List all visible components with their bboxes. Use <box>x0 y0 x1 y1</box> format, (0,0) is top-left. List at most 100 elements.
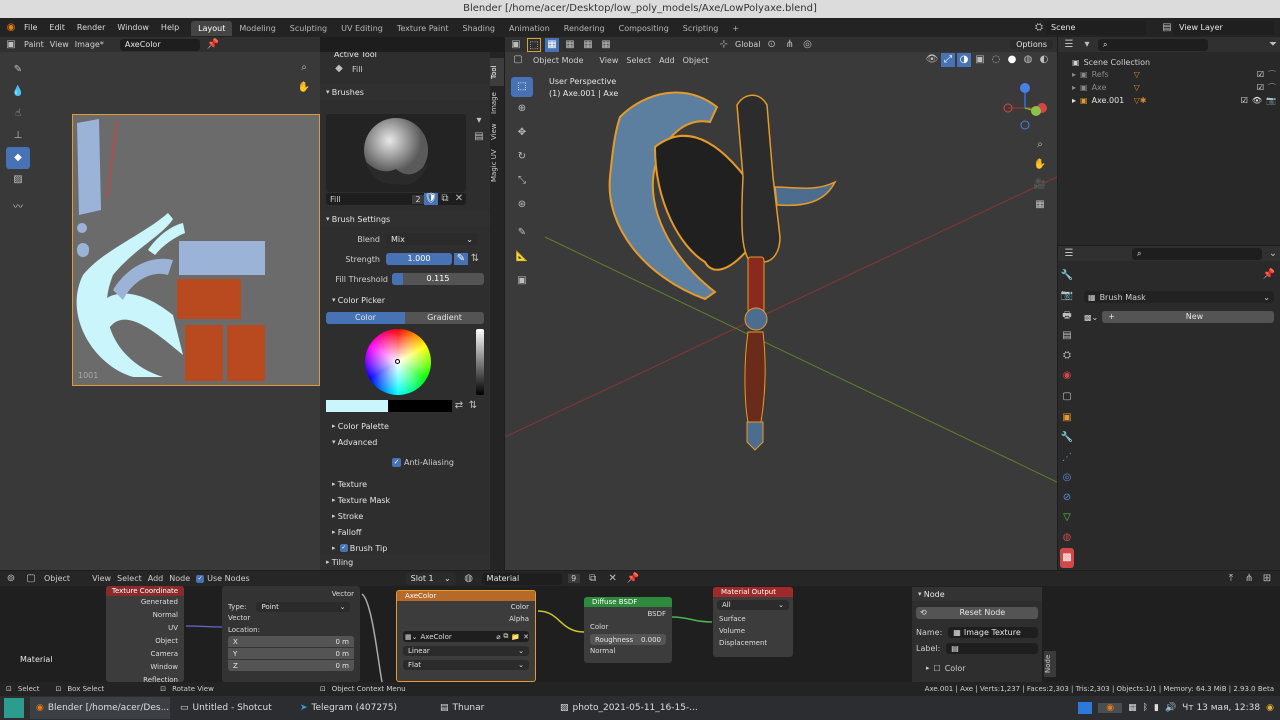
add-workspace-icon[interactable]: + <box>725 21 746 36</box>
tiling-header[interactable]: ▸ Tiling <box>320 554 490 570</box>
menu-file[interactable]: File <box>18 18 43 37</box>
object-tab-icon[interactable]: ▣ <box>1060 408 1074 428</box>
gradient-tab[interactable]: Gradient <box>405 312 484 324</box>
scene-tab-icon[interactable]: ⛭ <box>1060 346 1074 366</box>
tab-animation[interactable]: Animation <box>502 21 557 36</box>
tab-compositing[interactable]: Compositing <box>612 21 676 36</box>
output-target-dropdown[interactable]: All ⌄ <box>717 600 789 610</box>
chevron-down-icon[interactable]: ⌄ <box>1266 247 1280 261</box>
texture-header[interactable]: ▸ Texture <box>332 476 482 492</box>
smear-icon[interactable]: ☝ <box>6 103 30 125</box>
primary-color-swatch[interactable] <box>326 400 388 412</box>
node-name-field[interactable]: ▦ Image Texture <box>948 626 1038 638</box>
tab-layout[interactable]: Layout <box>191 21 233 36</box>
checkbox-icon[interactable]: ☑ <box>1257 83 1264 92</box>
interpolation-dropdown[interactable]: Linear ⌄ <box>403 646 529 656</box>
duplicate-icon[interactable]: ⧉ <box>503 632 508 641</box>
brush-settings-header[interactable]: ▾ Brush Settings <box>320 211 490 227</box>
brush-mask-dropdown[interactable]: ▦ Brush Mask ⌄ <box>1084 291 1274 303</box>
clock[interactable]: Чт 13 мая, 12:38 <box>1182 703 1260 713</box>
physics-tab-icon[interactable]: ◎ <box>1060 468 1074 488</box>
image-name-field[interactable]: AxeColor <box>119 38 200 51</box>
display-mode-icon[interactable]: ▾ <box>1080 38 1094 52</box>
pan-icon[interactable]: ✋ <box>1033 155 1047 175</box>
new-texture-button[interactable]: + New <box>1102 311 1274 323</box>
brush-preview[interactable] <box>326 114 466 192</box>
scene-collection-row[interactable]: ▣ Scene Collection <box>1058 56 1280 68</box>
fake-user-icon[interactable]: 🛡 <box>424 193 438 205</box>
shader-node-editor[interactable]: ⊚ ▢ Object View Select Add Node ✓ Use Nod… <box>0 571 1280 682</box>
unlink-icon[interactable]: ✕ <box>452 192 466 206</box>
projection-dropdown[interactable]: Flat ⌄ <box>403 660 529 670</box>
tab-texture-paint[interactable]: Texture Paint <box>390 21 456 36</box>
draw-brush-icon[interactable]: ✎ <box>6 59 30 81</box>
color-picker-header[interactable]: ▾ Color Picker <box>332 294 385 306</box>
network-icon[interactable]: ▦ <box>1128 703 1137 713</box>
scene-field[interactable]: Scene <box>1046 20 1146 35</box>
pan-icon[interactable]: ✋ <box>297 81 311 95</box>
texture-browse-icon[interactable]: ▩⌄ <box>1084 313 1098 322</box>
annotate-icon[interactable]: 〰 <box>6 197 30 219</box>
uv-image-canvas[interactable]: 1001 <box>72 114 320 386</box>
expand-icon[interactable]: ▸ <box>1072 96 1076 105</box>
pin-icon[interactable]: 📌 <box>206 38 220 52</box>
editor-type-icon[interactable]: ▣ <box>4 38 18 52</box>
outliner-search[interactable]: ⌕ <box>1098 38 1208 51</box>
swap-colors-icon[interactable]: ⇄ <box>452 400 466 412</box>
tool-tab-icon[interactable]: 🔧 <box>1060 266 1074 286</box>
strength-slider[interactable]: 1.000 <box>386 253 452 265</box>
collection-tab-icon[interactable]: ▢ <box>1060 386 1074 408</box>
battery-icon[interactable]: ▮ <box>1154 703 1159 713</box>
tab-uv-editing[interactable]: UV Editing <box>334 21 390 36</box>
camera-icon[interactable]: 🎥 <box>1033 175 1047 195</box>
outliner-row-axe001[interactable]: ▸ ▣ Axe.001 ▽✱ ☑ 👁 📷 <box>1058 94 1280 107</box>
constraints-tab-icon[interactable]: ⊘ <box>1060 488 1074 508</box>
task-shotcut[interactable]: ▭ Untitled - Shotcut <box>174 703 294 713</box>
hide-icon[interactable]: ⌒ <box>1268 69 1276 80</box>
tab-image[interactable]: Image <box>490 88 504 118</box>
properties-search[interactable]: ⌕ <box>1132 247 1262 260</box>
anti-aliasing-checkbox[interactable]: ✓ Anti-Aliasing <box>392 456 454 468</box>
outliner-row-refs[interactable]: ▸ ▣ Refs ▽ ☑ ⌒ <box>1058 68 1280 81</box>
expand-icon[interactable]: ▸ <box>1072 83 1076 92</box>
filter-icon[interactable]: ⏷ <box>1266 38 1280 52</box>
soften-icon[interactable]: 💧 <box>6 81 30 103</box>
editor-type-icon[interactable]: ☰ <box>1062 247 1076 261</box>
tab-view[interactable]: View <box>490 120 504 144</box>
pin-icon[interactable]: 📌 <box>1262 268 1276 282</box>
value-slider[interactable] <box>476 329 484 395</box>
mask-icon[interactable]: ▨ <box>6 169 30 191</box>
image-texture-node[interactable]: AxeColor Color Alpha ▦⌄ AxeColor ⌀ ⧉ 📁 ✕ Line… <box>396 590 536 682</box>
bluetooth-icon[interactable]: ᛒ <box>1143 703 1148 713</box>
location-y-field[interactable]: Y0 m <box>228 648 354 659</box>
fill-threshold-slider[interactable]: 0.115 <box>392 273 484 285</box>
menu-icon[interactable] <box>4 698 24 718</box>
brush-users[interactable]: 2 <box>412 194 424 204</box>
mapping-type-dropdown[interactable]: Point ⌄ <box>256 602 351 612</box>
hide-icon[interactable]: ⌒ <box>1268 82 1276 93</box>
duplicate-icon[interactable]: ⧉ <box>438 192 452 206</box>
tab-node[interactable]: Node <box>1044 651 1056 677</box>
color-wheel[interactable] <box>365 329 431 395</box>
navigation-gizmo[interactable] <box>1000 83 1050 133</box>
active-tool-row[interactable]: ◆ Fill <box>320 58 490 80</box>
reset-node-button[interactable]: ⟲ Reset Node <box>916 607 1038 619</box>
stroke-header[interactable]: ▸ Stroke <box>332 508 482 524</box>
unified-color-icon[interactable]: ⇅ <box>466 400 480 412</box>
location-z-field[interactable]: Z0 m <box>228 660 354 671</box>
roughness-field[interactable]: Roughness 0.000 <box>590 634 666 645</box>
material-output-node[interactable]: Material Output All ⌄ Surface Volume Disp… <box>713 587 793 657</box>
material-tab-icon[interactable]: ◍ <box>1060 528 1074 548</box>
expand-icon[interactable]: ▸ <box>1072 70 1076 79</box>
blender-tray-icon[interactable]: ◉ <box>1098 703 1123 713</box>
task-photo[interactable]: ▨ photo_2021-05-11_16-15-... <box>554 703 704 713</box>
texture-tab-icon[interactable]: ▩ <box>1060 548 1074 568</box>
color-palette-header[interactable]: ▸ Color Palette <box>332 420 389 432</box>
menu-image[interactable]: Image* <box>75 40 104 49</box>
blend-dropdown[interactable]: Mix ⌄ <box>386 233 478 245</box>
task-thunar[interactable]: ▤ Thunar <box>434 703 554 713</box>
tab-sculpting[interactable]: Sculpting <box>283 21 334 36</box>
color-tab[interactable]: Color <box>326 312 405 324</box>
brush-specials-icon[interactable]: ▤ <box>472 130 486 144</box>
node-panel-header[interactable]: ▾ Node <box>912 587 1042 601</box>
